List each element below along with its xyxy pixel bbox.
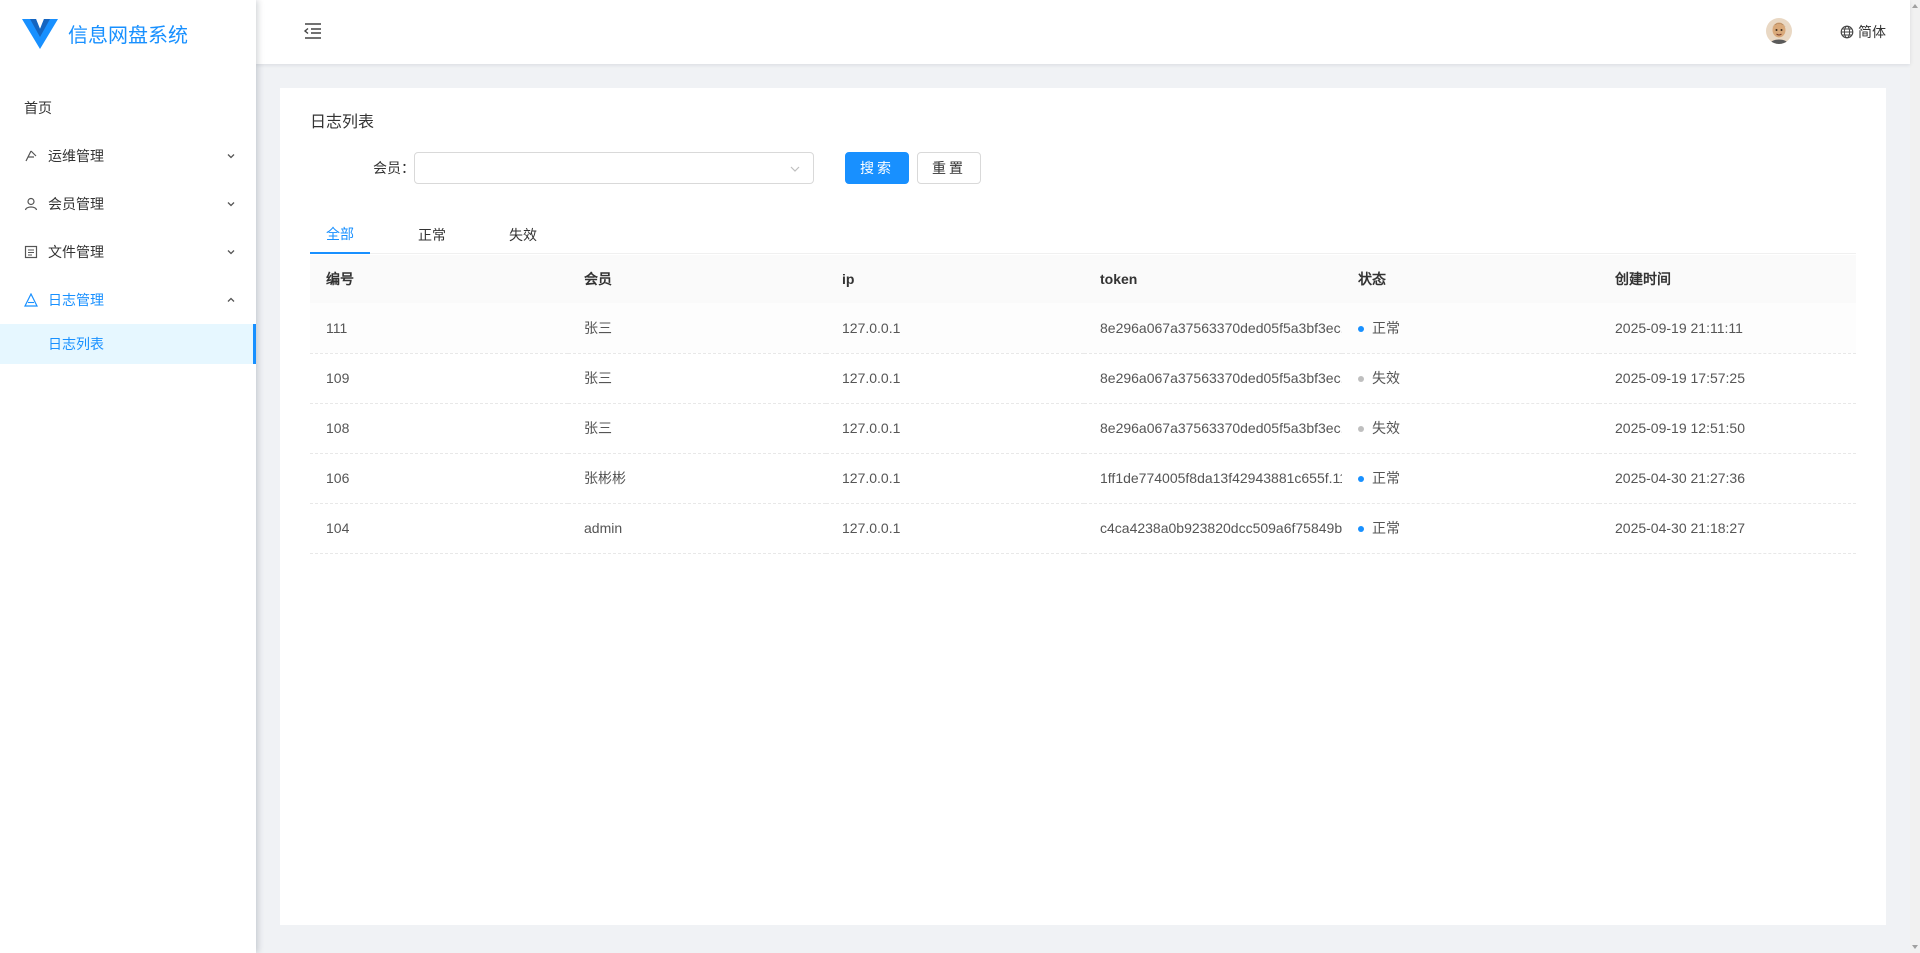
sidebar-item-members[interactable]: 会员管理 [0, 180, 256, 228]
cell-member: 张三 [568, 403, 826, 454]
user-icon [24, 197, 38, 211]
chevron-down-icon [226, 151, 236, 161]
table-row: 109 张三 127.0.0.1 8e296a067a37563370ded05… [310, 353, 1856, 404]
scroll-up-arrow-icon[interactable] [1911, 2, 1919, 10]
sidebar-subitem-label: 日志列表 [48, 336, 104, 352]
sidebar-item-files[interactable]: 文件管理 [0, 228, 256, 276]
language-label: 简体 [1858, 24, 1886, 40]
scroll-down-arrow-icon[interactable] [1911, 943, 1919, 951]
status-text: 正常 [1372, 520, 1400, 536]
side-menu: 首页 运维管理 会员管理 文件管理 日志管理 日志列表 [0, 84, 256, 364]
cell-status: 正常 [1342, 503, 1599, 554]
table-row: 111 张三 127.0.0.1 8e296a067a37563370ded05… [310, 303, 1856, 354]
sidebar-item-label: 文件管理 [48, 244, 104, 260]
sidebar-item-label: 日志管理 [48, 292, 104, 308]
status-dot-icon [1358, 476, 1364, 483]
cell-created: 2025-09-19 17:57:25 [1599, 353, 1856, 404]
chevron-down-icon [226, 199, 236, 209]
cell-ip: 127.0.0.1 [826, 353, 1084, 404]
logo-icon [22, 19, 58, 49]
cell-member: 张彬彬 [568, 453, 826, 504]
cell-status: 失效 [1342, 403, 1599, 454]
status-text: 正常 [1372, 470, 1400, 486]
app-title: 信息网盘系统 [68, 24, 188, 47]
avatar[interactable] [1766, 18, 1792, 44]
sidebar-subitem-log-list[interactable]: 日志列表 [0, 324, 256, 364]
cell-ip: 127.0.0.1 [826, 403, 1084, 454]
col-header-ip: ip [826, 255, 1084, 303]
chevron-up-icon [226, 295, 236, 305]
sidebar-item-label: 首页 [24, 100, 52, 116]
member-select[interactable] [414, 152, 814, 184]
status-dot-icon [1358, 526, 1364, 533]
cell-token: 8e296a067a37563370ded05f5a3bf3ec.9 [1084, 303, 1342, 354]
tab-normal[interactable]: 正常 [402, 216, 462, 254]
search-button[interactable]: 搜索 [845, 152, 909, 184]
status-text: 正常 [1372, 319, 1400, 336]
cell-created: 2025-04-30 21:27:36 [1599, 453, 1856, 504]
globe-icon [1840, 25, 1854, 39]
cell-status: 失效 [1342, 353, 1599, 404]
cell-created: 2025-09-19 21:11:11 [1599, 303, 1856, 354]
tab-invalid[interactable]: 失效 [493, 216, 553, 254]
table-row: 106 张彬彬 127.0.0.1 1ff1de774005f8da13f429… [310, 453, 1856, 504]
cell-id: 108 [310, 403, 568, 454]
sidebar-item-ops[interactable]: 运维管理 [0, 132, 256, 180]
vertical-scrollbar[interactable] [1910, 0, 1920, 953]
status-dot-icon [1358, 326, 1364, 333]
cell-token: 8e296a067a37563370ded05f5a3bf3ec.e [1084, 353, 1342, 404]
reset-button[interactable]: 重置 [917, 152, 981, 184]
sidebar-item-label: 运维管理 [48, 148, 104, 164]
cell-member: admin [568, 503, 826, 554]
table-header-row: 编号 会员 ip token 状态 创建时间 [310, 255, 1856, 303]
cell-token: 8e296a067a37563370ded05f5a3bf3ec.3 [1084, 403, 1342, 454]
table-row: 104 admin 127.0.0.1 c4ca4238a0b923820dcc… [310, 503, 1856, 554]
cell-status: 正常 [1342, 303, 1599, 354]
cell-token: c4ca4238a0b923820dcc509a6f75849b.2 [1084, 503, 1342, 554]
col-header-id: 编号 [310, 255, 568, 303]
status-dot-icon [1358, 426, 1364, 433]
cell-id: 111 [310, 303, 568, 354]
content-card: 日志列表 会员： 搜索 重置 全部 正常 失效 编号 会员 ip token 状… [280, 88, 1886, 925]
status-tabs: 全部 正常 失效 [310, 216, 1856, 254]
menu-fold-icon[interactable] [302, 20, 324, 42]
cell-ip: 127.0.0.1 [826, 303, 1084, 354]
ops-icon [24, 149, 38, 163]
chevron-down-icon [790, 166, 800, 172]
status-text: 失效 [1372, 420, 1400, 436]
sidebar-item-logs[interactable]: 日志管理 [0, 276, 256, 324]
cell-created: 2025-04-30 21:18:27 [1599, 503, 1856, 554]
col-header-token: token [1084, 255, 1342, 303]
file-icon [24, 245, 38, 259]
sidebar-item-home[interactable]: 首页 [0, 84, 256, 132]
sidebar-item-label: 会员管理 [48, 196, 104, 212]
sidebar: 信息网盘系统 首页 运维管理 会员管理 文件管理 日志管理 日志列表 [0, 0, 256, 953]
tab-all[interactable]: 全部 [310, 216, 370, 254]
log-icon [24, 293, 38, 307]
cell-id: 109 [310, 353, 568, 404]
col-header-created: 创建时间 [1599, 255, 1856, 303]
cell-id: 106 [310, 453, 568, 504]
cell-ip: 127.0.0.1 [826, 503, 1084, 554]
logo[interactable]: 信息网盘系统 [0, 0, 256, 66]
page-title: 日志列表 [310, 114, 375, 131]
member-filter-label: 会员： [373, 160, 415, 176]
cell-token: 1ff1de774005f8da13f42943881c655f.11 [1084, 453, 1342, 504]
cell-member: 张三 [568, 353, 826, 404]
cell-created: 2025-09-19 12:51:50 [1599, 403, 1856, 454]
col-header-status: 状态 [1342, 255, 1599, 303]
top-header: 简体 [256, 0, 1910, 64]
chevron-down-icon [226, 247, 236, 257]
cell-member: 张三 [568, 303, 826, 354]
table-row: 108 张三 127.0.0.1 8e296a067a37563370ded05… [310, 403, 1856, 454]
cell-ip: 127.0.0.1 [826, 453, 1084, 504]
col-header-member: 会员 [568, 255, 826, 303]
status-text: 失效 [1372, 370, 1400, 386]
cell-status: 正常 [1342, 453, 1599, 504]
language-switcher[interactable]: 简体 [1840, 22, 1886, 42]
status-dot-icon [1358, 376, 1364, 383]
log-table: 编号 会员 ip token 状态 创建时间 111 张三 127.0.0.1 … [310, 255, 1856, 554]
cell-id: 104 [310, 503, 568, 554]
